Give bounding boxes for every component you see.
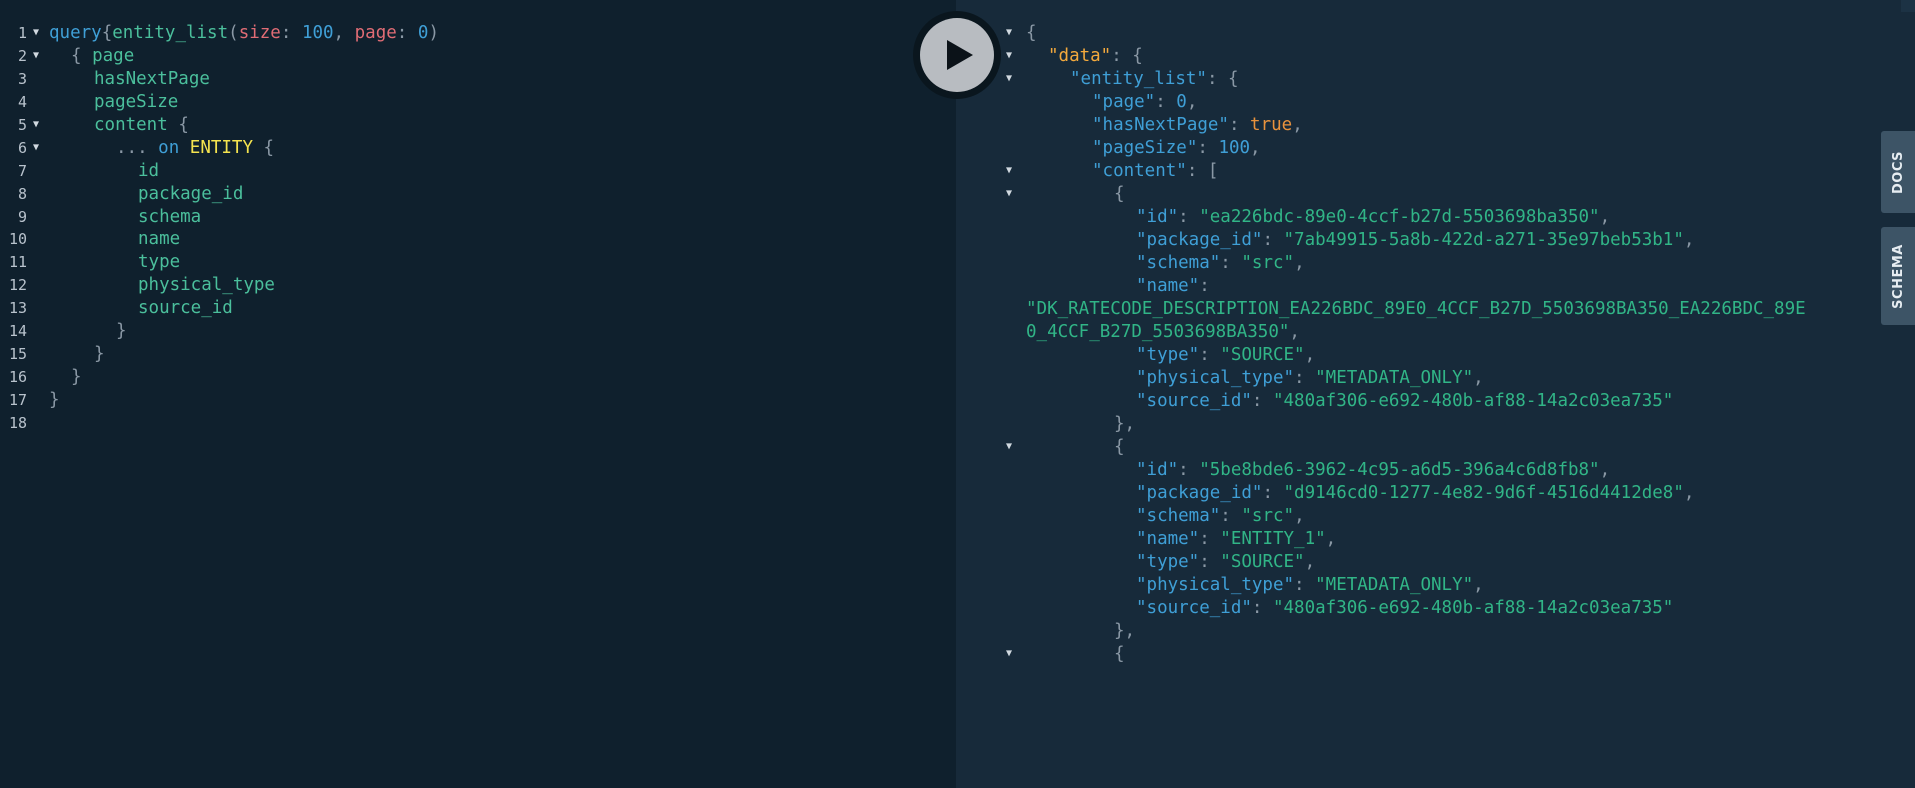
json-token: : bbox=[1220, 253, 1242, 273]
json-token: "d9146cd0-1277-4e82-9d6f-4516d4412de8" bbox=[1283, 483, 1684, 503]
json-token: : bbox=[1197, 138, 1219, 158]
json-token: "pageSize" bbox=[1092, 138, 1198, 158]
json-token: : bbox=[1199, 276, 1210, 296]
json-token: : bbox=[1251, 598, 1273, 618]
execute-query-button[interactable] bbox=[913, 11, 1001, 99]
fold-arrow-icon[interactable]: ▼ bbox=[1006, 180, 1012, 208]
fold-arrow-icon[interactable]: ▼ bbox=[1006, 640, 1012, 668]
fold-arrow-icon[interactable]: ▼ bbox=[1006, 433, 1012, 461]
fold-arrow-icon[interactable]: ▼ bbox=[1006, 65, 1012, 93]
json-token: "entity_list" bbox=[1070, 69, 1207, 89]
json-token: "DK_RATECODE_DESCRIPTION_EA226BDC_89E0_4… bbox=[1026, 299, 1806, 319]
json-token: true bbox=[1250, 115, 1293, 135]
json-token: 100 bbox=[1218, 138, 1251, 158]
json-token: "page" bbox=[1092, 92, 1156, 112]
json-token: "src" bbox=[1241, 506, 1295, 526]
json-token: : bbox=[1294, 575, 1316, 595]
graphiql-app: 1 2 3 4 5 6 7 8 9 10 11 12 13 14 15 16 1… bbox=[0, 0, 1915, 788]
json-token: { bbox=[1114, 184, 1125, 204]
json-token: "data" bbox=[1048, 46, 1112, 66]
json-token: "7ab49915-5a8b-422d-a271-35e97beb53b1" bbox=[1283, 230, 1684, 250]
json-token: { bbox=[1114, 644, 1125, 664]
json-token: , bbox=[1304, 552, 1316, 572]
json-token: , bbox=[1325, 529, 1337, 549]
json-token: , bbox=[1294, 253, 1305, 273]
json-token: : bbox=[1199, 552, 1221, 572]
json-token: , bbox=[1186, 92, 1198, 112]
json-token: "content" bbox=[1092, 161, 1187, 181]
json-token: : bbox=[1294, 368, 1316, 388]
json-token: 0 bbox=[1176, 92, 1187, 112]
json-token: "id" bbox=[1136, 460, 1179, 480]
query-editor[interactable]: 1 2 3 4 5 6 7 8 9 10 11 12 13 14 15 16 1… bbox=[0, 0, 956, 788]
json-token: : bbox=[1155, 92, 1177, 112]
json-token: , bbox=[1473, 368, 1484, 388]
json-token: "ENTITY_1" bbox=[1220, 529, 1326, 549]
json-token: , bbox=[1289, 322, 1300, 342]
json-token: "source_id" bbox=[1136, 391, 1252, 411]
json-token: "hasNextPage" bbox=[1092, 115, 1229, 135]
json-token: : bbox=[1178, 460, 1200, 480]
json-token: "ea226bdc-89e0-4ccf-b27d-5503698ba350" bbox=[1199, 207, 1600, 227]
docs-tab[interactable]: DOCS bbox=[1881, 131, 1915, 213]
json-token: , bbox=[1292, 115, 1303, 135]
json-token: }, bbox=[1114, 414, 1136, 434]
execute-query-button-face bbox=[920, 18, 994, 92]
docs-tab-label: DOCS bbox=[1890, 150, 1906, 194]
json-token: "type" bbox=[1136, 345, 1200, 365]
json-token: , bbox=[1304, 345, 1316, 365]
schema-tab[interactable]: SCHEMA bbox=[1881, 227, 1915, 325]
json-token: "package_id" bbox=[1136, 230, 1263, 250]
json-token: "METADATA_ONLY" bbox=[1315, 368, 1474, 388]
json-token: "package_id" bbox=[1136, 483, 1263, 503]
json-token: 0_4CCF_B27D_5503698BA350" bbox=[1026, 322, 1290, 342]
json-token: , bbox=[1683, 483, 1695, 503]
json-token: : { bbox=[1111, 46, 1143, 66]
json-token: "5be8bde6-3962-4c95-a6d5-396a4c6d8fb8" bbox=[1199, 460, 1600, 480]
fold-arrow-icon[interactable]: ▼ bbox=[33, 134, 39, 162]
json-token: , bbox=[1683, 230, 1695, 250]
json-token: "480af306-e692-480b-af88-14a2c03ea735" bbox=[1272, 391, 1674, 411]
json-token: : bbox=[1262, 483, 1284, 503]
json-token: "type" bbox=[1136, 552, 1200, 572]
play-icon bbox=[947, 40, 973, 70]
scrollbar-thumb[interactable] bbox=[1901, 0, 1915, 12]
json-token: : bbox=[1199, 345, 1221, 365]
json-token: }, bbox=[1114, 621, 1136, 641]
json-token: , bbox=[1599, 460, 1611, 480]
json-token: , bbox=[1294, 506, 1305, 526]
json-token: : { bbox=[1206, 69, 1239, 89]
json-token: "src" bbox=[1241, 253, 1295, 273]
json-token: : [ bbox=[1186, 161, 1219, 181]
json-token: { bbox=[1114, 437, 1125, 457]
json-token: "name" bbox=[1136, 276, 1200, 296]
schema-tab-label: SCHEMA bbox=[1890, 243, 1906, 309]
json-token: : bbox=[1251, 391, 1273, 411]
json-token: "schema" bbox=[1136, 253, 1221, 273]
json-token: "480af306-e692-480b-af88-14a2c03ea735" bbox=[1272, 598, 1674, 618]
fold-arrow-icon[interactable]: ▼ bbox=[33, 42, 39, 70]
json-token: : bbox=[1220, 506, 1242, 526]
json-token: { bbox=[1026, 23, 1037, 43]
json-token: "source_id" bbox=[1136, 598, 1252, 618]
json-token: , bbox=[1473, 575, 1484, 595]
json-token: : bbox=[1228, 115, 1251, 135]
json-token: "id" bbox=[1136, 207, 1179, 227]
json-token: : bbox=[1199, 529, 1221, 549]
json-token: , bbox=[1599, 207, 1611, 227]
json-token: "physical_type" bbox=[1136, 575, 1295, 595]
json-token: "SOURCE" bbox=[1220, 552, 1305, 572]
json-token: : bbox=[1178, 207, 1200, 227]
json-token: "METADATA_ONLY" bbox=[1315, 575, 1474, 595]
json-token: "SOURCE" bbox=[1220, 345, 1305, 365]
json-token: : bbox=[1262, 230, 1284, 250]
json-token: , bbox=[1250, 138, 1261, 158]
json-token: "physical_type" bbox=[1136, 368, 1295, 388]
json-token: "name" bbox=[1136, 529, 1200, 549]
json-token: "schema" bbox=[1136, 506, 1221, 526]
